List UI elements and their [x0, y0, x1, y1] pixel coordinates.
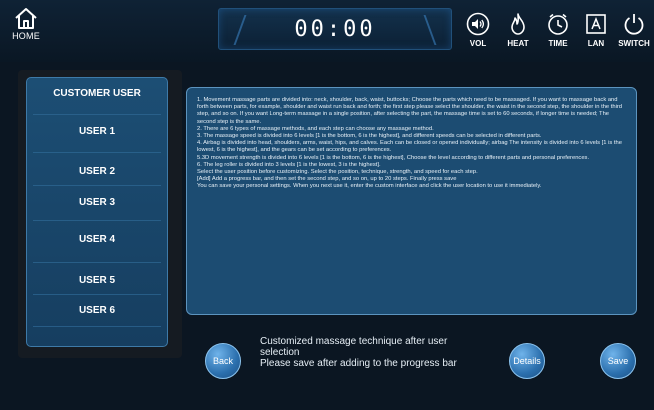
hint-line: Please save after adding to the progress…	[260, 358, 457, 369]
save-button[interactable]: Save	[600, 343, 636, 379]
heat-label: HEAT	[507, 39, 529, 48]
home-label: HOME	[12, 31, 40, 41]
power-icon	[624, 14, 644, 35]
instruction-line: 3. The massage speed is divided into 6 l…	[197, 133, 542, 140]
hint-text: Customized massage technique after user …	[260, 336, 490, 369]
clock-icon	[548, 13, 568, 35]
timer-value: 00:00	[294, 17, 376, 42]
sidebar-title: CUSTOMER USER	[53, 88, 141, 99]
timer-display: 00:00	[218, 8, 452, 50]
volume-label: VOL	[469, 39, 487, 48]
hint-line: selection	[260, 347, 300, 358]
heat-button[interactable]: HEAT	[500, 12, 536, 48]
sidebar-item-user-1[interactable]: USER 1	[27, 122, 167, 142]
top-bar: HOME 00:00 VOL HEAT TIME LAN SWITCH	[0, 0, 654, 62]
instruction-line: Select the user position before customiz…	[197, 169, 478, 176]
hint-line: Customized massage technique after user	[260, 336, 448, 347]
language-icon	[586, 14, 606, 34]
instruction-line: 5.3D movement strength is divided into 6…	[197, 154, 590, 161]
back-button[interactable]: Back	[205, 343, 241, 379]
flame-icon	[511, 13, 525, 35]
volume-icon	[466, 12, 490, 36]
language-label: LAN	[587, 39, 605, 48]
time-label: TIME	[548, 39, 568, 48]
instructions-panel: 1. Movement massage parts are divided in…	[186, 87, 637, 315]
volume-button[interactable]: VOL	[460, 12, 496, 48]
home-button[interactable]: HOME	[6, 6, 46, 41]
instruction-line: 2. There are 6 types of massage methods,…	[197, 125, 434, 132]
power-label: SWITCH	[618, 39, 650, 48]
sidebar-item-user-5[interactable]: USER 5	[27, 271, 167, 291]
instruction-line: [Add] Add a progress bar, and then set t…	[197, 176, 457, 183]
language-button[interactable]: LAN	[578, 12, 614, 48]
instruction-line: 4. Airbag is divided into head, shoulder…	[197, 140, 622, 154]
home-icon	[15, 8, 37, 29]
instruction-line: You can save your personal settings. Whe…	[197, 183, 542, 190]
sidebar-item-user-3[interactable]: USER 3	[27, 193, 167, 213]
sidebar-item-user-6[interactable]: USER 6	[27, 301, 167, 321]
sidebar-item-user-2[interactable]: USER 2	[27, 162, 167, 182]
customer-user-panel: CUSTOMER USER USER 1 USER 2 USER 3 USER …	[26, 77, 168, 347]
instruction-line: 1. Movement massage parts are divided in…	[197, 97, 623, 125]
instruction-line: 6. The leg roller is divided into 3 leve…	[197, 161, 381, 168]
details-button[interactable]: Details	[509, 343, 545, 379]
sidebar-item-user-4[interactable]: USER 4	[27, 230, 167, 250]
instructions-text: 1. Movement massage parts are divided in…	[197, 97, 628, 191]
time-button[interactable]: TIME	[540, 12, 576, 48]
power-button[interactable]: SWITCH	[614, 12, 654, 48]
